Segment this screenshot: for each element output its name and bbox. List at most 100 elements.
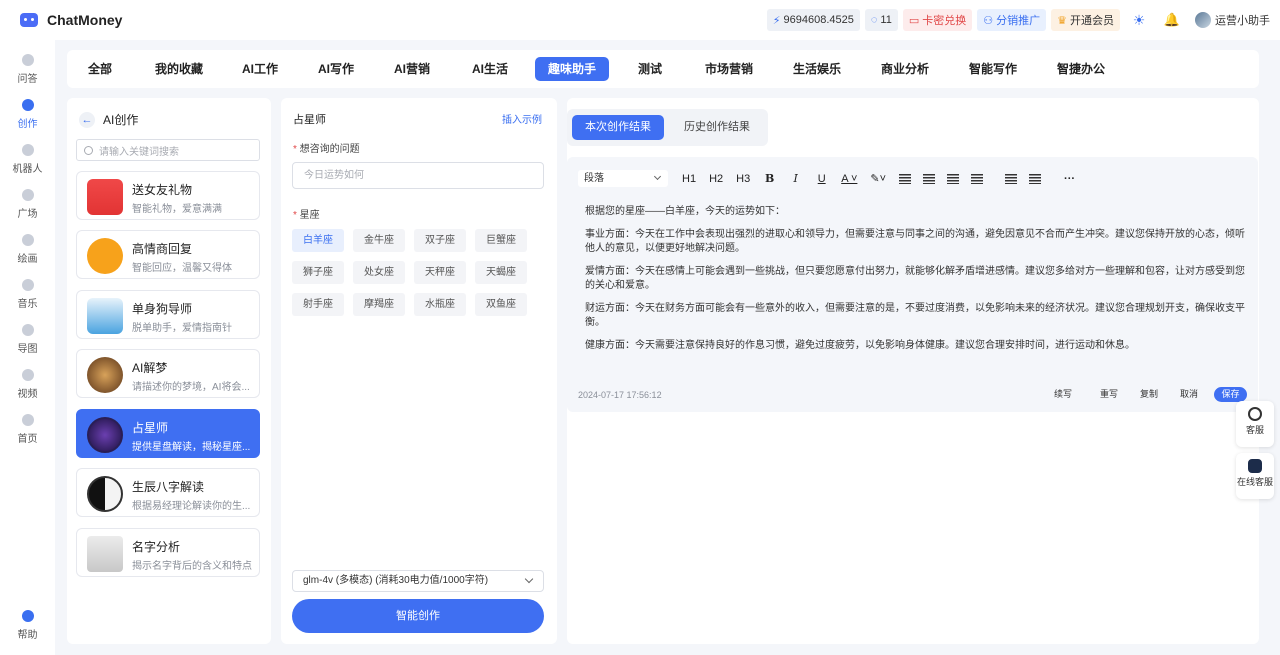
sign-option[interactable]: 白羊座 — [292, 229, 344, 252]
card-desc: 智能回应，温馨又得体 — [132, 263, 232, 274]
rail-item-home[interactable]: 首页 — [0, 414, 55, 445]
notification-button[interactable]: 🔔 — [1158, 12, 1186, 28]
card-title: 占星师 — [132, 421, 169, 435]
assistant-card-dream[interactable]: AI解梦 请描述你的梦境，AI将会... — [76, 349, 260, 398]
headset-icon — [1248, 407, 1262, 421]
card-redeem-button[interactable]: ▭ 卡密兑换 — [902, 9, 973, 31]
card-desc: 脱单助手，爱情指南针 — [132, 323, 232, 334]
generate-button[interactable]: 智能创作 — [292, 599, 544, 633]
balance-chip[interactable]: ⚡ 9694608.4525 — [766, 9, 860, 31]
bold-button[interactable]: B — [763, 172, 776, 185]
sign-option[interactable]: 金牛座 — [353, 229, 405, 252]
sign-option[interactable]: 双鱼座 — [475, 293, 527, 316]
question-input[interactable]: 今日运势如何 — [292, 162, 544, 189]
theme-toggle[interactable]: ☀ — [1125, 12, 1153, 29]
assistant-card-eq-reply[interactable]: 高情商回复 智能回应，温馨又得体 — [76, 230, 260, 279]
heading2-button[interactable]: H2 — [709, 173, 723, 185]
rail-item-qa[interactable]: 问答 — [0, 54, 55, 85]
cancel-button[interactable]: 取消 — [1173, 387, 1205, 402]
align-right-icon[interactable] — [947, 173, 960, 184]
tab-ai-marketing[interactable]: AI营销 — [389, 57, 435, 81]
tab-current-result[interactable]: 本次创作结果 — [572, 115, 664, 140]
tab-business[interactable]: 商业分析 — [875, 57, 935, 81]
underline-button[interactable]: U — [815, 173, 828, 185]
highlight-button[interactable]: ✎˅ — [870, 172, 886, 185]
outdent-icon[interactable] — [1005, 173, 1018, 184]
rail-item-help[interactable]: 帮助 — [0, 610, 55, 641]
sign-option[interactable]: 天秤座 — [414, 261, 466, 284]
question-label: * 想咨询的问题 — [293, 140, 360, 155]
logo[interactable]: ChatMoney — [20, 12, 122, 28]
tab-office[interactable]: 智捷办公 — [1051, 57, 1111, 81]
sign-option[interactable]: 狮子座 — [292, 261, 344, 284]
id-card-icon — [87, 298, 123, 334]
rail-item-robot[interactable]: 机器人 — [0, 144, 55, 175]
back-arrow-icon[interactable]: ← — [79, 111, 95, 128]
italic-button[interactable]: I — [789, 172, 802, 185]
category-tabs: 全部 我的收藏 AI工作 AI写作 AI营销 AI生活 趣味助手 测试 市场营销… — [67, 50, 1259, 88]
rail-item-mindmap[interactable]: 导图 — [0, 324, 55, 355]
card-title: 名字分析 — [132, 540, 181, 554]
form-panel: 占星师 插入示例 * 想咨询的问题 今日运势如何 * 星座 白羊座 金牛座 双子… — [281, 98, 557, 644]
card-redeem-label: 卡密兑换 — [922, 15, 967, 27]
sign-option[interactable]: 巨蟹座 — [475, 229, 527, 252]
assistant-card-name-analysis[interactable]: 名字分析 揭示名字背后的含义和特点 — [76, 528, 260, 577]
model-select[interactable]: glm-4v (多模态) (消耗30电力值/1000字符) — [292, 570, 544, 592]
rail-item-video[interactable]: 视频 — [0, 369, 55, 400]
assistant-card-gift[interactable]: 送女友礼物 智能礼物，爱意满满 — [76, 171, 260, 220]
tab-smart-writing[interactable]: 智能写作 — [963, 57, 1023, 81]
tab-entertainment[interactable]: 生活娱乐 — [787, 57, 847, 81]
tab-ai-life[interactable]: AI生活 — [467, 57, 513, 81]
heading3-button[interactable]: H3 — [736, 173, 750, 185]
tab-ai-writing[interactable]: AI写作 — [313, 57, 359, 81]
customer-service-button[interactable]: 客服 — [1236, 401, 1274, 447]
more-icon[interactable]: ··· — [1063, 173, 1076, 185]
sign-option[interactable]: 处女座 — [353, 261, 405, 284]
sign-option[interactable]: 天蝎座 — [475, 261, 527, 284]
copy-button[interactable]: 复制 — [1133, 387, 1165, 402]
tab-ai-work[interactable]: AI工作 — [237, 57, 283, 81]
indent-icon[interactable] — [1029, 173, 1042, 184]
tab-fun-assistant[interactable]: 趣味助手 — [535, 57, 609, 81]
user-menu[interactable]: 运营小助手 — [1195, 12, 1270, 28]
tab-history-result[interactable]: 历史创作结果 — [671, 115, 763, 140]
assistant-card-bazi[interactable]: 生辰八字解读 根据易经理论解读你的生... — [76, 468, 260, 517]
rail-label: 音乐 — [17, 299, 38, 310]
align-center-icon[interactable] — [923, 173, 936, 184]
tab-test[interactable]: 测试 — [631, 57, 669, 81]
lightning-icon: ⚡ — [772, 14, 781, 27]
online-service-button[interactable]: 在线客服 — [1236, 453, 1274, 499]
search-input[interactable]: 请输入关键词搜索 — [76, 139, 260, 161]
rewrite-button[interactable]: 重写 — [1093, 387, 1125, 402]
tab-market[interactable]: 市场营销 — [699, 57, 759, 81]
sign-option[interactable]: 双子座 — [414, 229, 466, 252]
paragraph-select[interactable]: 段落 — [578, 170, 668, 187]
tab-all[interactable]: 全部 — [81, 57, 119, 81]
result-content[interactable]: 根据您的星座——白羊座，今天的运势如下： 事业方面：今天在工作中会表现出强烈的进… — [585, 205, 1245, 362]
gift-icon — [87, 179, 123, 215]
rail-item-music[interactable]: 音乐 — [0, 279, 55, 310]
rail-item-create[interactable]: 创作 — [0, 99, 55, 130]
align-justify-icon[interactable] — [971, 173, 984, 184]
rich-text-editor[interactable]: 段落 H1 H2 H3 B I U A ˅ ✎˅ ··· 根据您的星座——白羊座… — [567, 157, 1258, 412]
rail-item-square[interactable]: 广场 — [0, 189, 55, 220]
sign-option[interactable]: 摩羯座 — [353, 293, 405, 316]
insert-example-link[interactable]: 插入示例 — [502, 111, 542, 126]
sign-option[interactable]: 射手座 — [292, 293, 344, 316]
assistant-card-single-mentor[interactable]: 单身狗导师 脱单助手，爱情指南针 — [76, 290, 260, 339]
save-button[interactable]: 保存 — [1214, 387, 1247, 402]
membership-button[interactable]: ♛ 开通会员 — [1051, 9, 1120, 31]
card-desc: 根据易经理论解读你的生... — [132, 501, 251, 512]
rail-item-draw[interactable]: 绘画 — [0, 234, 55, 265]
assistant-card-astrologer[interactable]: 占星师 提供星盘解读，揭秘星座... — [76, 409, 260, 458]
font-color-button[interactable]: A ˅ — [841, 173, 857, 185]
heading1-button[interactable]: H1 — [682, 173, 696, 185]
share-icon: ⚇ — [983, 14, 994, 27]
sign-option[interactable]: 水瓶座 — [414, 293, 466, 316]
align-left-icon[interactable] — [899, 173, 912, 184]
count-chip[interactable]: ◌ 11 — [864, 9, 898, 31]
distribution-button[interactable]: ⚇ 分销推广 — [977, 9, 1047, 31]
tab-favorites[interactable]: 我的收藏 — [149, 57, 209, 81]
continue-button[interactable]: 续写 — [1047, 387, 1079, 402]
result-paragraph: 财运方面：今天在财务方面可能会有一些意外的收入，但需要注意的是，不要过度消费，以… — [585, 303, 1245, 328]
